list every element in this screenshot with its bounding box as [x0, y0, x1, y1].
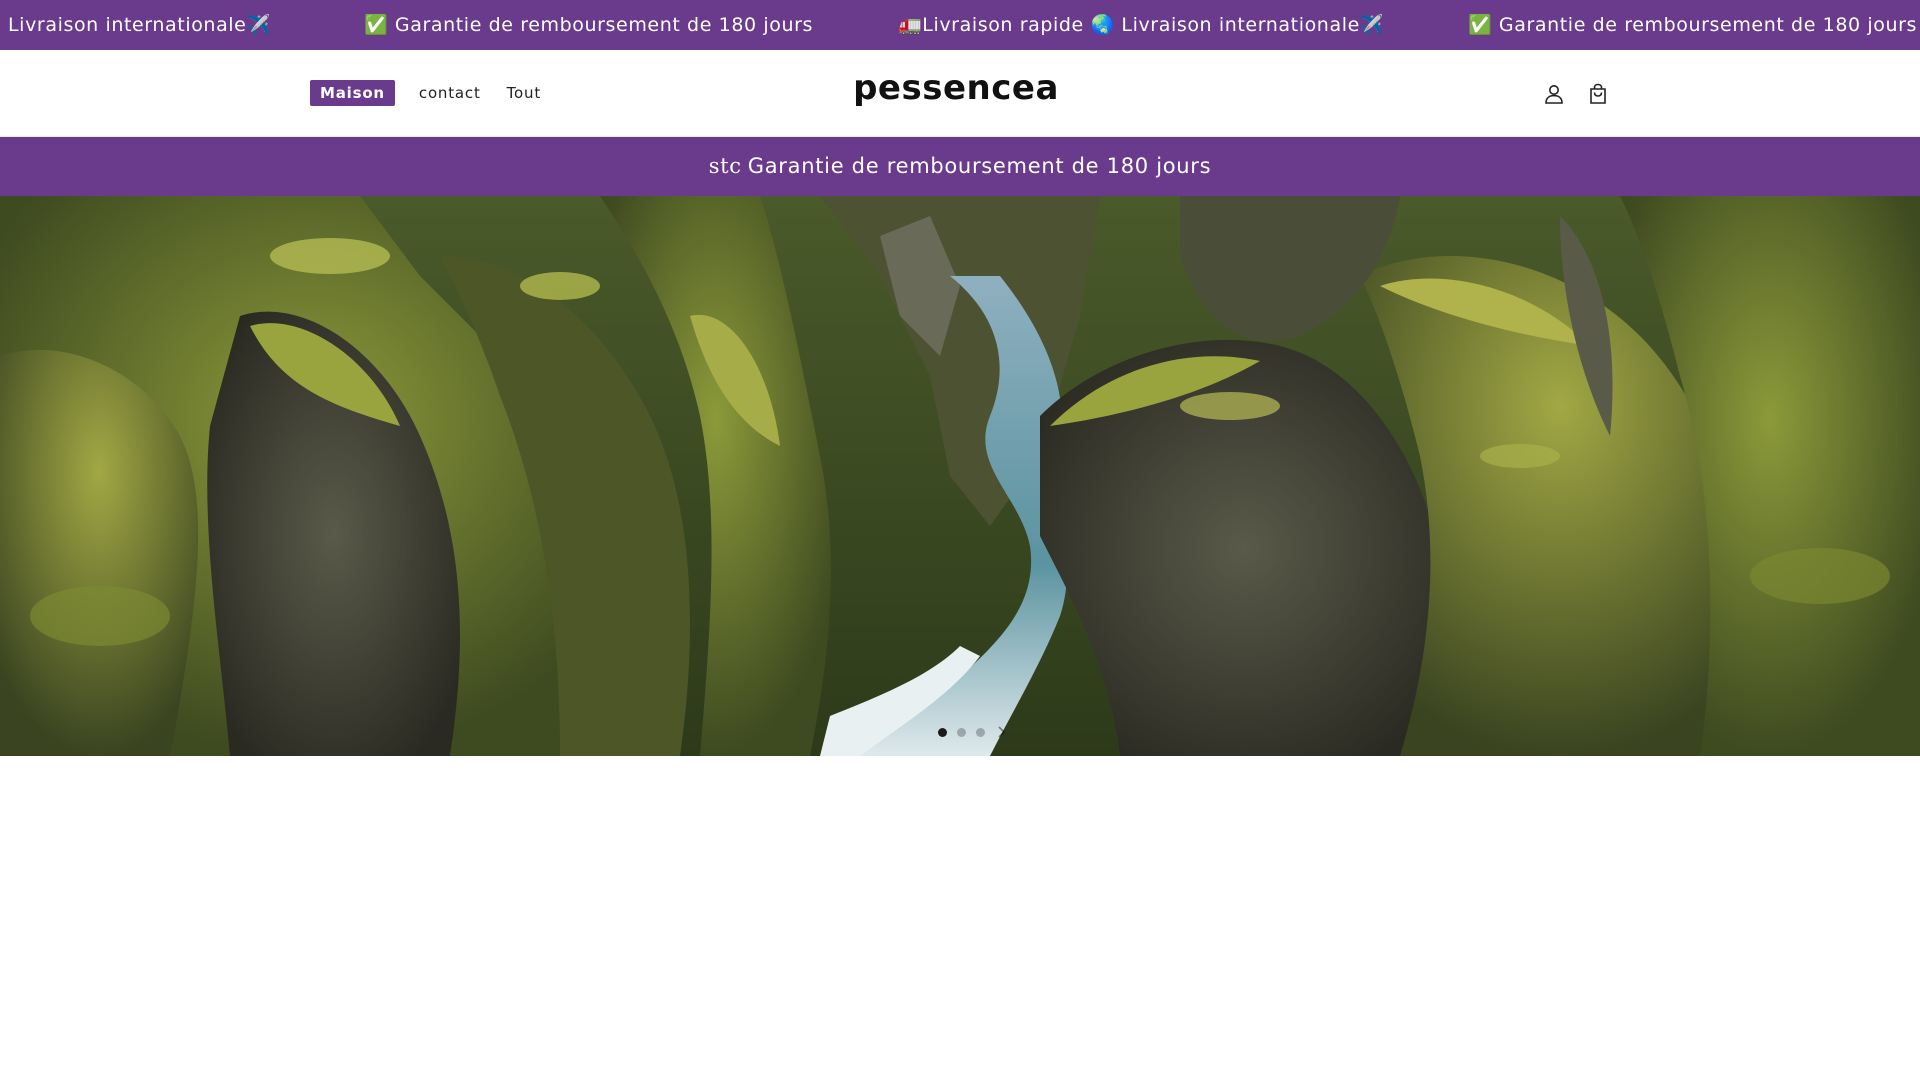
hero-image — [0, 196, 1920, 756]
slider-dot[interactable] — [938, 727, 947, 737]
marquee-item: ✅ Garantie de remboursement de 180 jours — [364, 14, 814, 36]
marquee-item: 🚛Livraison rapide 🌏 Livraison internatio… — [898, 14, 1385, 36]
hero-banner — [0, 196, 1920, 756]
page-content — [0, 756, 1920, 1080]
announcement-prefix: stc — [708, 154, 742, 178]
announcement-text: Garantie de remboursement de 180 jours — [747, 154, 1212, 178]
marquee-item: Livraison internationale✈️ — [8, 14, 271, 36]
site-header: Maison contact Tout pessencea — [0, 50, 1920, 137]
slider-dot[interactable] — [957, 727, 966, 737]
marquee-bar: Livraison internationale✈️ ✅ Garantie de… — [0, 0, 1920, 50]
chevron-right-icon[interactable] — [995, 725, 1009, 739]
slider-controls — [938, 725, 1009, 739]
cart-icon[interactable] — [1584, 80, 1612, 108]
header-icons — [1540, 80, 1628, 108]
marquee-item: ✅ Garantie de remboursement de 180 jours — [1468, 14, 1918, 36]
account-icon[interactable] — [1540, 80, 1568, 108]
announcement-bar: stc Garantie de remboursement de 180 jour… — [0, 137, 1920, 196]
slider-dot[interactable] — [976, 727, 985, 737]
